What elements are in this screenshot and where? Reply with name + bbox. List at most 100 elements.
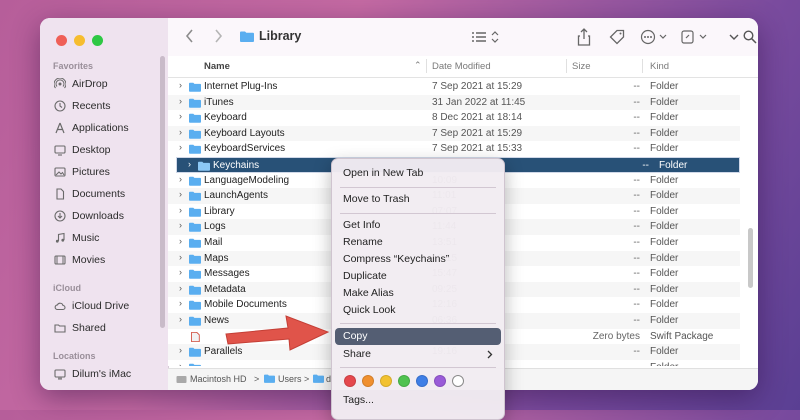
file-name: LanguageModeling (204, 174, 290, 186)
menu-item-get-info[interactable]: Get Info (335, 217, 501, 234)
path-item-users[interactable]: Users (278, 374, 302, 384)
share-icon (577, 28, 591, 46)
back-button[interactable] (182, 28, 198, 44)
file-name: LaunchAgents (204, 190, 268, 202)
disclosure-chevron-icon[interactable]: › (179, 267, 182, 277)
table-row[interactable]: › iTunes 31 Jan 2022 at 11:45 -- Folder (168, 94, 740, 111)
tag-color-dot[interactable] (434, 375, 446, 387)
pictures-icon (54, 167, 66, 177)
disclosure-chevron-icon[interactable]: › (179, 361, 182, 366)
disclosure-chevron-icon[interactable]: › (179, 127, 182, 137)
path-item-disk[interactable]: Macintosh HD (190, 374, 247, 384)
sort-chevron-icon[interactable]: ⌃ (414, 60, 422, 71)
sidebar-item-label: Documents (72, 188, 126, 200)
table-row[interactable]: › Keyboard Layouts 7 Sep 2021 at 15:29 -- Fo… (168, 125, 740, 142)
menu-item-compress[interactable]: Compress “Keychains” (335, 251, 501, 268)
file-name: Mail (204, 237, 223, 248)
tag-color-dot[interactable] (398, 375, 410, 387)
action-menu-button[interactable] (640, 28, 670, 46)
tag-color-dot[interactable] (416, 375, 428, 387)
disclosure-chevron-icon[interactable]: › (179, 96, 182, 106)
tag-color-dot[interactable] (452, 375, 464, 387)
search-button[interactable] (740, 28, 758, 46)
close-window-button[interactable] (56, 35, 67, 46)
disclosure-chevron-icon[interactable]: › (179, 283, 182, 293)
zoom-window-button[interactable] (92, 35, 103, 46)
menu-item-duplicate[interactable]: Duplicate (335, 268, 501, 285)
menu-item-move-to-trash[interactable]: Move to Trash (335, 191, 501, 208)
folder-icon (189, 347, 201, 357)
menu-item-quick-look[interactable]: Quick Look (335, 302, 501, 319)
disclosure-chevron-icon[interactable]: › (179, 111, 182, 121)
tags-button[interactable] (608, 28, 626, 46)
list-scrollbar[interactable] (748, 228, 753, 288)
disclosure-chevron-icon[interactable]: › (188, 159, 191, 169)
disclosure-chevron-icon[interactable]: › (179, 314, 182, 324)
sidebar-item-computer[interactable]: Dilum's iMac (54, 364, 162, 384)
disclosure-chevron-icon[interactable]: › (179, 205, 182, 215)
sidebar-item-documents[interactable]: Documents (54, 184, 162, 204)
table-row[interactable]: › KeyboardServices 7 Sep 2021 at 15:33 -- Fo… (168, 141, 740, 157)
disclosure-chevron-icon[interactable]: › (179, 236, 182, 246)
sidebar-locations-header: Locations (53, 351, 96, 361)
file-size: -- (633, 205, 640, 217)
sidebar-item-pictures[interactable]: Pictures (54, 162, 162, 182)
disclosure-chevron-icon[interactable]: › (179, 252, 182, 262)
column-kind[interactable]: Kind (650, 61, 669, 72)
sidebar-item-music[interactable]: Music (54, 228, 162, 248)
menu-item-rename[interactable]: Rename (335, 234, 501, 251)
folder-icon (189, 191, 201, 201)
file-kind: Folder (650, 112, 679, 124)
sidebar-item-movies[interactable]: Movies (54, 250, 162, 270)
file-size: -- (633, 190, 640, 202)
minimize-window-button[interactable] (74, 35, 85, 46)
sidebar-item-label: Recents (72, 100, 111, 112)
sidebar-item-downloads[interactable]: Downloads (54, 206, 162, 226)
folder-icon (189, 316, 201, 326)
sidebar-item-shared[interactable]: Shared (54, 318, 162, 338)
folder-icon (189, 113, 201, 123)
file-name: Logs (204, 221, 226, 233)
column-header: Name ⌃ Date Modified Size Kind (168, 56, 758, 78)
disclosure-chevron-icon[interactable]: › (179, 189, 182, 199)
disclosure-chevron-icon[interactable]: › (179, 142, 182, 152)
menu-item-copy[interactable]: Copy (335, 328, 501, 345)
file-name: iTunes (204, 96, 234, 108)
table-row[interactable]: › Keyboard 8 Dec 2021 at 18:14 -- Folder (168, 110, 740, 126)
sidebar-item-desktop[interactable]: Desktop (54, 140, 162, 160)
applications-icon (55, 122, 65, 134)
computer-icon (54, 369, 66, 380)
toolbar-overflow-button[interactable] (728, 28, 740, 46)
sidebar-item-applications[interactable]: Applications (54, 118, 162, 138)
sidebar-scrollbar[interactable] (160, 56, 165, 328)
quick-actions-button[interactable] (680, 28, 710, 46)
tag-color-dot[interactable] (344, 375, 356, 387)
forward-button[interactable] (210, 28, 226, 44)
file-name: Internet Plug-Ins (204, 81, 278, 92)
menu-item-tags[interactable]: Tags... (335, 392, 501, 409)
menu-item-make-alias[interactable]: Make Alias (335, 285, 501, 302)
tag-color-dot[interactable] (380, 375, 392, 387)
share-button[interactable] (576, 28, 592, 46)
disclosure-chevron-icon[interactable]: › (179, 174, 182, 184)
disclosure-chevron-icon[interactable]: › (179, 220, 182, 230)
sidebar-item-label: Downloads (72, 210, 124, 222)
sidebar-item-airdrop[interactable]: AirDrop (54, 74, 162, 94)
file-name: KeyboardServices (204, 143, 286, 155)
folder-icon (189, 238, 201, 248)
disclosure-chevron-icon[interactable]: › (179, 298, 182, 308)
disclosure-chevron-icon[interactable]: › (179, 345, 182, 355)
column-name[interactable]: Name (204, 61, 230, 72)
sidebar-item-icloud-drive[interactable]: iCloud Drive (54, 296, 162, 316)
disclosure-chevron-icon[interactable]: › (179, 80, 182, 90)
table-row[interactable]: › Internet Plug-Ins 7 Sep 2021 at 15:29 -- F… (168, 79, 740, 95)
sidebar-item-recents[interactable]: Recents (54, 96, 162, 116)
view-options-button[interactable] (470, 28, 500, 46)
column-date-modified[interactable]: Date Modified (432, 61, 491, 72)
menu-item-open-new-tab[interactable]: Open in New Tab (335, 165, 501, 182)
menu-item-share[interactable]: Share (335, 346, 501, 363)
column-size[interactable]: Size (572, 61, 590, 72)
file-date: 8 Dec 2021 at 18:14 (432, 112, 523, 124)
chevron-right-icon (215, 29, 223, 43)
tag-color-dot[interactable] (362, 375, 374, 387)
